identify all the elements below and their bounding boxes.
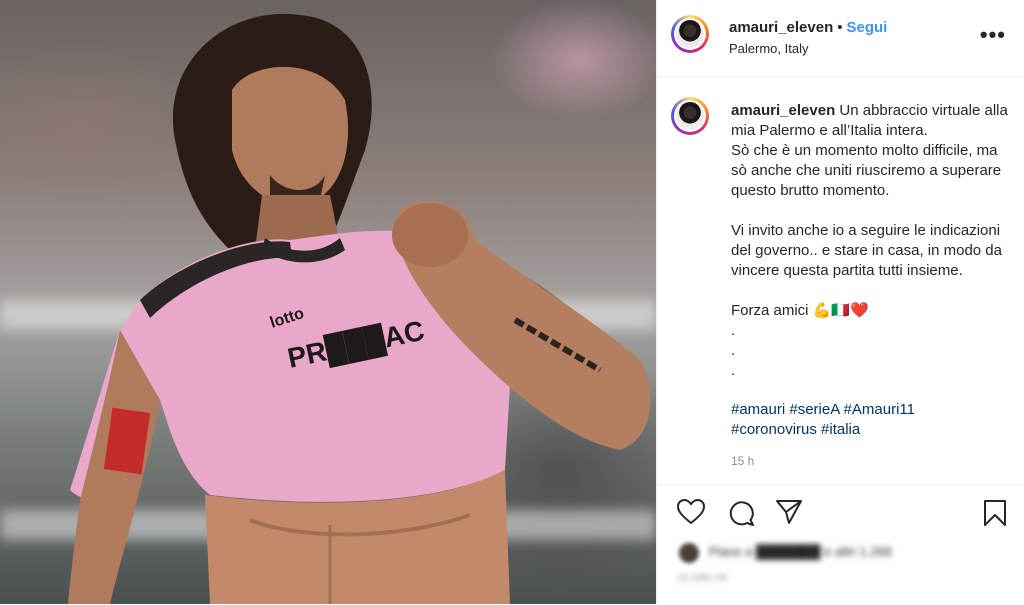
- post-image[interactable]: lotto PR███AC: [0, 0, 656, 604]
- share-icon[interactable]: [775, 499, 803, 525]
- bookmark-icon[interactable]: [983, 499, 1007, 527]
- caption-username[interactable]: amauri_eleven: [731, 102, 835, 119]
- caption-timestamp: 15 h: [731, 454, 755, 468]
- player-illustration: lotto PR███AC: [68, 13, 651, 604]
- caption: amauri_eleven Un abbraccio virtuale alla…: [731, 101, 1013, 381]
- likes-count[interactable]: Piace a ███████ e altri 1.266: [709, 544, 892, 559]
- header-user-line: amauri_eleven • Segui: [729, 19, 887, 36]
- location-link[interactable]: Palermo, Italy: [729, 41, 808, 56]
- hashtag-links[interactable]: #amauri #serieA #Amauri11 #coronovirus #…: [731, 400, 1013, 440]
- likes-avatar[interactable]: [679, 543, 699, 563]
- separator-dot: •: [837, 19, 843, 36]
- post-sidebar: amauri_eleven • Segui Palermo, Italy ••• a…: [656, 0, 1024, 604]
- caption-text: Un abbraccio virtuale alla mia Palermo e…: [731, 102, 1008, 379]
- caption-avatar[interactable]: [671, 97, 709, 135]
- comment-icon[interactable]: [727, 499, 755, 527]
- heart-icon[interactable]: [677, 499, 705, 525]
- more-options-icon[interactable]: •••: [980, 22, 1006, 48]
- follow-button[interactable]: Segui: [847, 19, 888, 36]
- avatar[interactable]: [671, 15, 709, 53]
- post-header: amauri_eleven • Segui Palermo, Italy •••: [657, 0, 1024, 77]
- header-username[interactable]: amauri_eleven: [729, 19, 833, 36]
- action-bar: Piace a ███████ e altri 1.266 15 ORE FA: [657, 484, 1024, 605]
- post-date: 15 ORE FA: [677, 573, 728, 584]
